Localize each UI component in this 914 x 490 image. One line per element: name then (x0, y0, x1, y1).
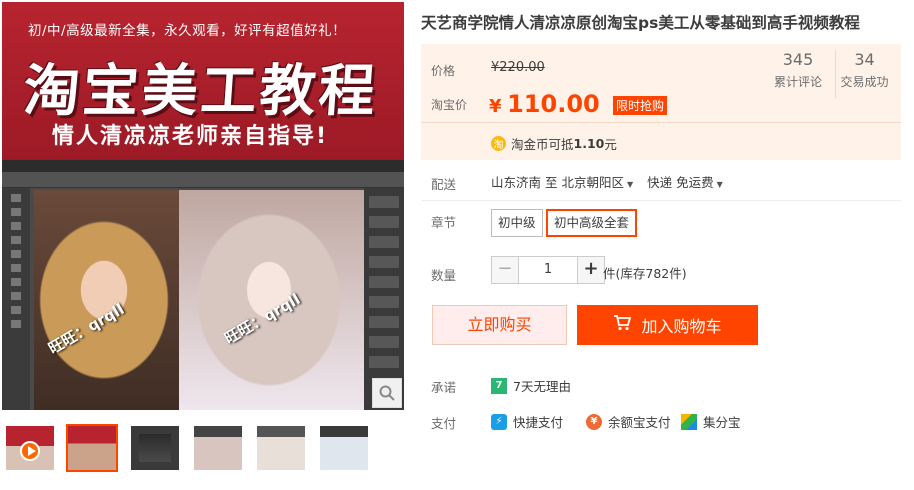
main-product-image[interactable]: 初/中/高级最新全集，永久观看，好评有超值好礼！ 淘宝美工教程 情人清凉凉老师亲… (2, 2, 404, 410)
banner-tagline: 初/中/高级最新全集，永久观看，好评有超值好礼！ (28, 23, 347, 39)
promo-badge: 限时抢购 (613, 96, 668, 115)
taobao-coin-row: 淘 淘金币可抵 1.10 元 (491, 134, 617, 153)
coin-amount: 1.10 (573, 136, 605, 151)
promo-price-label: 淘宝价 (431, 98, 468, 112)
ship-from: 山东济南 (491, 175, 542, 190)
sales-stat: 34 交易成功 (835, 50, 893, 98)
thumbnail-2[interactable] (66, 424, 118, 472)
ship-to-select[interactable]: 北京朝阳区 ▼ (562, 175, 638, 190)
add-to-cart-label: 加入购物车 (641, 317, 722, 336)
delivery-label: 配送 (431, 177, 457, 192)
product-title: 天艺商学院情人清凉凉原创淘宝ps美工从零基础到高手视频教程 (421, 14, 860, 32)
banner-subtitle: 情人清凉凉老师亲自指导! (52, 124, 329, 149)
reviews-stat[interactable]: 345 累计评论 (769, 50, 827, 90)
sales-count: 34 (854, 50, 875, 69)
price-box: 价格 ¥220.00 淘宝价 ¥ 110.00 限时抢购 345 累计评论 34… (421, 44, 901, 160)
reviews-label: 累计评论 (773, 75, 822, 89)
currency-symbol: ¥ (489, 96, 502, 117)
thumbnail-5[interactable] (255, 424, 307, 472)
chevron-down-icon: ▼ (627, 180, 634, 189)
thumbnail-6[interactable] (318, 424, 370, 472)
payment-jifenbao[interactable]: 集分宝 (681, 412, 741, 431)
thumbnail-4[interactable] (192, 424, 244, 472)
stock-text: 件(库存782件) (603, 266, 687, 281)
buy-now-button[interactable]: 立即购买 (432, 305, 567, 345)
payment-yuebao[interactable]: ¥ 余额宝支付 (586, 412, 671, 431)
price-label: 价格 (431, 64, 456, 78)
original-price: ¥220.00 (491, 60, 545, 75)
chapter-label: 章节 (431, 215, 457, 230)
yuebao-icon: ¥ (586, 413, 602, 430)
ps-panels (364, 188, 404, 410)
ps-canvas: 旺旺：qrqll 旺旺：qrqll (34, 190, 364, 410)
quantity-stepper: − 1 + (491, 256, 605, 284)
ps-toolbar (2, 188, 30, 410)
chapter-option-full[interactable]: 初中高级全套 (546, 209, 638, 237)
banner: 初/中/高级最新全集，永久观看，好评有超值好礼！ 淘宝美工教程 情人清凉凉老师亲… (2, 2, 404, 160)
delivery-row: 山东济南 至 北京朝阳区 ▼ 快递 免运费 ▼ (491, 172, 727, 191)
chapter-option-basic[interactable]: 初中级 (491, 209, 543, 237)
quantity-label: 数量 (431, 268, 457, 283)
sales-label: 交易成功 (840, 75, 889, 89)
current-price-value: 110.00 (507, 90, 600, 118)
reviews-count: 345 (782, 50, 814, 69)
portrait-before (34, 190, 179, 410)
chevron-down-icon: ▼ (716, 180, 723, 189)
banner-title: 淘宝美工教程 (21, 59, 380, 124)
promise-label: 承诺 (431, 380, 457, 395)
shipping-method-select[interactable]: 快递 免运费 ▼ (647, 175, 727, 190)
thumbnail-3[interactable] (129, 424, 181, 472)
cart-icon (613, 315, 632, 335)
play-icon[interactable] (20, 441, 40, 461)
promise-item[interactable]: 7 7天无理由 (491, 376, 571, 395)
increase-button[interactable]: + (577, 256, 605, 284)
quick-pay-icon: ⚡ (491, 413, 507, 430)
seven-day-return-icon: 7 (491, 377, 507, 394)
thumbnail-video[interactable] (4, 424, 56, 472)
thumbnail-strip (4, 424, 404, 476)
product-page: 初/中/高级最新全集，永久观看，好评有超值好礼！ 淘宝美工教程 情人清凉凉老师亲… (0, 0, 914, 490)
taobao-coin-icon: 淘 (491, 136, 506, 151)
payment-label: 支付 (431, 416, 457, 431)
jifenbao-icon (681, 413, 697, 430)
magnifier-icon[interactable] (372, 378, 402, 408)
current-price: ¥ 110.00 (489, 90, 600, 118)
decrease-button[interactable]: − (491, 256, 519, 284)
photoshop-screenshot: 旺旺：qrqll 旺旺：qrqll (2, 160, 404, 410)
payment-quick[interactable]: ⚡ 快捷支付 (491, 412, 563, 431)
add-to-cart-button[interactable]: 加入购物车 (577, 305, 758, 345)
quantity-input[interactable]: 1 (519, 256, 577, 284)
